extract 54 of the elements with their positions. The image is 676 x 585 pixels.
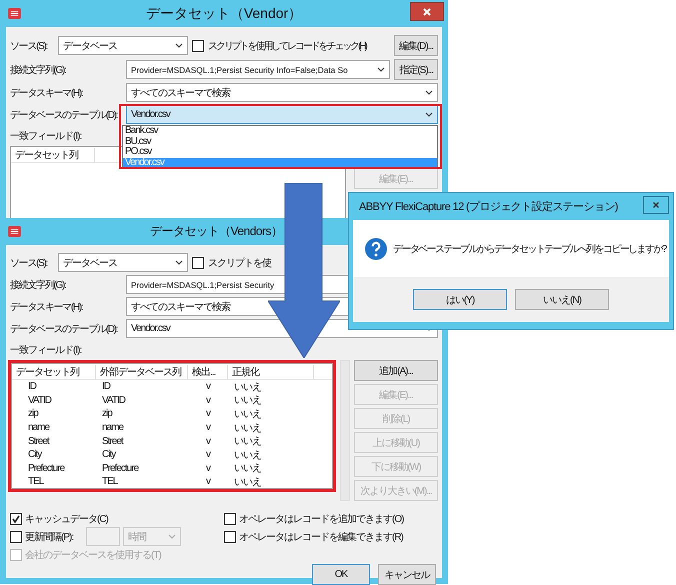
table-cell-text: いいえ <box>233 380 262 394</box>
window-title: データセット（Vendors） <box>150 223 283 240</box>
message-text: データベーステーブルからデータセットテーブルへ列をコピーしますか? <box>393 242 666 256</box>
table-cell-text: zip <box>101 408 114 420</box>
table-cell-text: v <box>205 408 212 420</box>
field-label: データベースのテーブル(D): <box>10 108 118 122</box>
table-cell-text: City <box>27 449 43 460</box>
table-cell-text: いいえ <box>233 448 262 462</box>
section-label: 一致フィールド(I): <box>10 130 82 143</box>
checkbox-label: スクリプトを使用してレコードをチェック(H) <box>208 40 366 52</box>
table-cell-text: name <box>101 422 125 434</box>
table-cell-text: Prefecture <box>27 462 66 474</box>
window-title: データセット（Vendor） <box>146 4 302 22</box>
table-cell-text: いいえ <box>233 476 262 489</box>
field-label: 接続文字列(G): <box>10 64 67 76</box>
field-label: データスキーマ(H): <box>10 300 84 314</box>
table-cell-text: いいえ <box>233 408 262 421</box>
table-cell-text: v <box>205 476 212 488</box>
section-label: 一致フィールド(I): <box>10 344 82 357</box>
checkbox-label: キャッシュデータ(C) <box>25 512 108 526</box>
table-cell-text: いいえ <box>233 435 262 448</box>
column-header: データセット列 <box>11 148 95 162</box>
field-label: データベースのテーブル(D): <box>10 322 118 336</box>
table-cell-text: TEL <box>27 476 45 488</box>
table-cell-text: v <box>205 381 212 392</box>
checkbox-label: オペレータはレコードを編集できます(R) <box>239 530 403 544</box>
table-cell-text: VATID <box>101 394 126 406</box>
table-cell-text: v <box>205 462 212 474</box>
field-label: ソース(S): <box>10 40 48 52</box>
table-cell-text: Prefecture <box>101 462 140 474</box>
table-cell-text: v <box>205 422 212 434</box>
field-label: 接続文字列(G): <box>10 278 67 292</box>
checkbox-label: スクリプトを使 <box>208 256 271 270</box>
checkbox-label: 会社のデータベースを使用する(T) <box>25 548 161 562</box>
table-cell-text: ID <box>27 381 38 392</box>
table-cell-text: いいえ <box>233 394 262 408</box>
table-cell-text: v <box>205 436 212 447</box>
field-label: データスキーマ(H): <box>10 86 84 100</box>
table-cell-text: name <box>27 422 51 434</box>
table-cell-text: ID <box>101 381 112 392</box>
field-label: ソース(S): <box>10 256 48 270</box>
checkbox-label: 更新間隔(P): <box>25 530 74 544</box>
table-cell-text: v <box>205 449 212 460</box>
table-cell-text: City <box>101 449 117 460</box>
table-cell-text: VATID <box>27 394 52 406</box>
table-cell-text: いいえ <box>233 462 262 476</box>
table-cell-text: いいえ <box>233 422 262 435</box>
window-title: ABBYY FlexiCapture 12 (プロジェクト設定ステーション) <box>359 200 618 214</box>
table-cell-text: TEL <box>101 476 119 488</box>
table-cell-text: v <box>205 394 212 406</box>
table-cell-text: zip <box>27 408 40 420</box>
checkbox-label: オペレータはレコードを追加できます(O) <box>239 512 404 526</box>
table-cell-text: Street <box>27 436 50 447</box>
table-cell-text: Street <box>101 436 124 447</box>
